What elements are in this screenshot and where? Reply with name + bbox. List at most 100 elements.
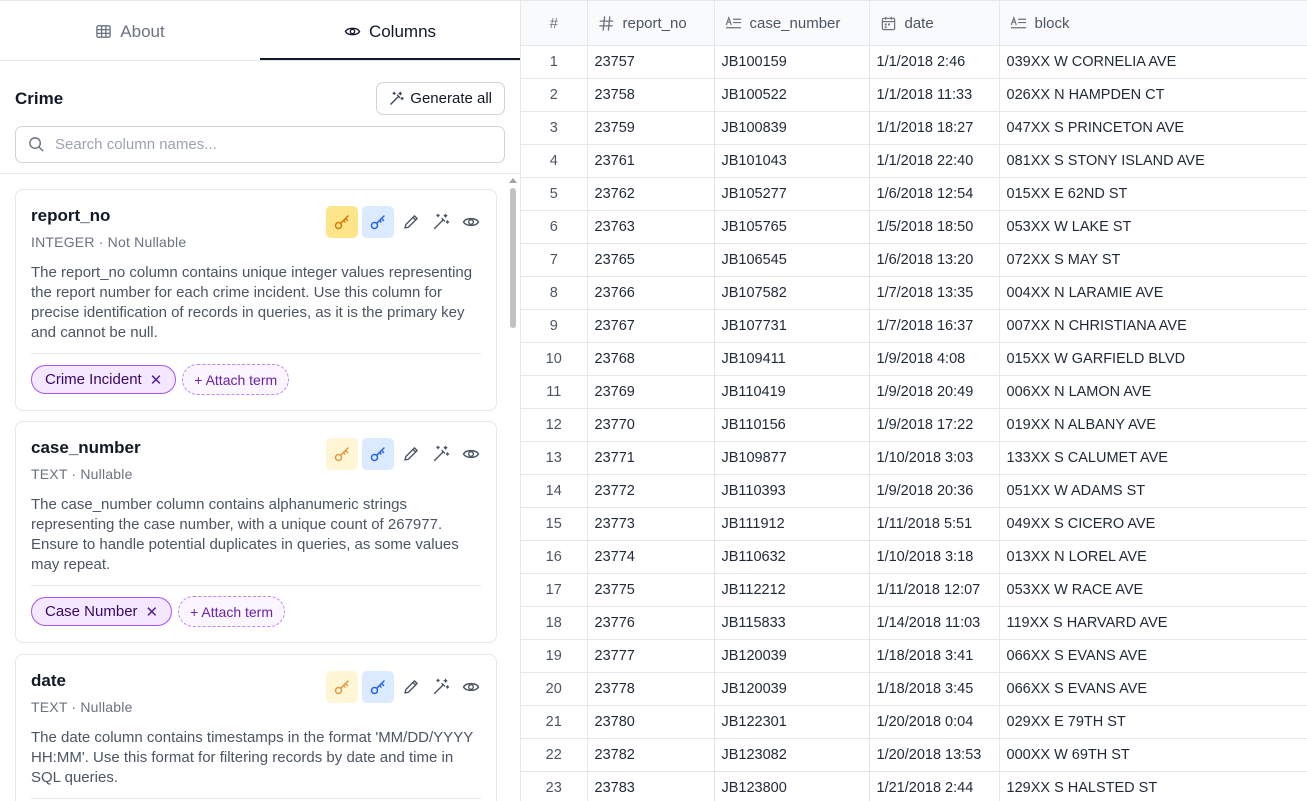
tab-columns-label: Columns xyxy=(368,21,437,41)
visibility-toggle[interactable] xyxy=(458,206,484,238)
card-divider xyxy=(31,353,481,354)
column-header-date[interactable]: date xyxy=(869,0,1000,46)
edit-button[interactable] xyxy=(398,438,424,470)
attach-term-button[interactable]: + Attach term xyxy=(182,364,290,395)
key-icon xyxy=(334,447,349,462)
primary-key-toggle[interactable] xyxy=(326,206,358,238)
generate-description-button[interactable] xyxy=(428,438,454,470)
table-cell: 23771 xyxy=(587,441,715,475)
column-type: TEXT · Nullable xyxy=(31,699,133,715)
table-cell: JB105277 xyxy=(714,177,870,211)
table-row[interactable]: 8 23766 JB107582 1/7/2018 13:35 004XX N LARA… xyxy=(521,276,1307,310)
table-row[interactable]: 9 23767 JB107731 1/7/2018 16:37 007XX N CHRI… xyxy=(521,309,1307,343)
card-divider xyxy=(31,585,481,586)
model-title: Crime xyxy=(15,88,64,108)
table-cell: 004XX N LARAMIE AVE xyxy=(999,276,1307,310)
table-cell: 1/11/2018 5:51 xyxy=(869,507,1000,541)
table-row[interactable]: 17 23775 JB112212 1/11/2018 12:07 053XX W RA… xyxy=(521,573,1307,607)
row-index: 23 xyxy=(521,771,588,801)
table-row[interactable]: 22 23782 JB123082 1/20/2018 13:53 000XX W 69… xyxy=(521,738,1307,772)
column-card-list: report_no INTEGER · Not Nullable The repor… xyxy=(0,174,521,801)
visibility-toggle[interactable] xyxy=(458,438,484,470)
row-index: 2 xyxy=(521,78,588,112)
table-cell: 23782 xyxy=(587,738,715,772)
scroll-up-arrow[interactable] xyxy=(509,178,517,183)
table-row[interactable]: 13 23771 JB109877 1/10/2018 3:03 133XX S CAL… xyxy=(521,441,1307,475)
table-cell: 1/9/2018 17:22 xyxy=(869,408,1000,442)
table-row[interactable]: 4 23761 JB101043 1/1/2018 22:40 081XX S STON… xyxy=(521,144,1307,178)
scroll-thumb[interactable] xyxy=(510,188,516,328)
table-cell: 1/18/2018 3:41 xyxy=(869,639,1000,673)
table-cell: 23763 xyxy=(587,210,715,244)
table-cell: 1/10/2018 3:18 xyxy=(869,540,1000,574)
row-index: 1 xyxy=(521,45,588,79)
table-cell: 23757 xyxy=(587,45,715,79)
remove-term-icon[interactable]: ✕ xyxy=(146,603,159,621)
table-row[interactable]: 3 23759 JB100839 1/1/2018 18:27 047XX S PRIN… xyxy=(521,111,1307,145)
column-docs-panel: About Columns Crime Generate all report_… xyxy=(0,0,521,801)
row-index: 21 xyxy=(521,705,588,739)
table-row[interactable]: 23 23783 JB123800 1/21/2018 2:44 129XX S HAL… xyxy=(521,771,1307,801)
table-row[interactable]: 6 23763 JB105765 1/5/2018 18:50 053XX W LAKE… xyxy=(521,210,1307,244)
table-cell: JB107731 xyxy=(714,309,870,343)
magic-wand-icon xyxy=(433,445,450,462)
table-cell: JB100159 xyxy=(714,45,870,79)
edit-button[interactable] xyxy=(398,671,424,703)
table-row[interactable]: 5 23762 JB105277 1/6/2018 12:54 015XX E 62ND… xyxy=(521,177,1307,211)
column-search xyxy=(15,126,505,163)
table-row[interactable]: 7 23765 JB106545 1/6/2018 13:20 072XX S MAY … xyxy=(521,243,1307,277)
table-row[interactable]: 14 23772 JB110393 1/9/2018 20:36 051XX W ADA… xyxy=(521,474,1307,508)
foreign-key-toggle[interactable] xyxy=(362,671,394,703)
table-cell: 072XX S MAY ST xyxy=(999,243,1307,277)
table-row[interactable]: 12 23770 JB110156 1/9/2018 17:22 019XX N ALB… xyxy=(521,408,1307,442)
table-cell: 066XX S EVANS AVE xyxy=(999,639,1307,673)
table-cell: 1/1/2018 22:40 xyxy=(869,144,1000,178)
table-cell: 1/10/2018 3:03 xyxy=(869,441,1000,475)
table-cell: JB120039 xyxy=(714,639,870,673)
table-cell: 1/1/2018 2:46 xyxy=(869,45,1000,79)
eye-icon xyxy=(344,27,361,36)
table-row[interactable]: 18 23776 JB115833 1/14/2018 11:03 119XX S HA… xyxy=(521,606,1307,640)
generate-all-label: Generate all xyxy=(410,90,492,107)
attach-term-button[interactable]: + Attach term xyxy=(178,596,285,627)
visibility-toggle[interactable] xyxy=(458,671,484,703)
table-cell: 039XX W CORNELIA AVE xyxy=(999,45,1307,79)
tab-about[interactable]: About xyxy=(0,3,260,60)
table-cell: 23768 xyxy=(587,342,715,376)
table-row[interactable]: 1 23757 JB100159 1/1/2018 2:46 039XX W CORNE… xyxy=(521,45,1307,79)
table-cell: 015XX W GARFIELD BLVD xyxy=(999,342,1307,376)
table-row[interactable]: 15 23773 JB111912 1/11/2018 5:51 049XX S CIC… xyxy=(521,507,1307,541)
table-row[interactable]: 2 23758 JB100522 1/1/2018 11:33 026XX N HAMP… xyxy=(521,78,1307,112)
tab-columns[interactable]: Columns xyxy=(260,3,520,60)
remove-term-icon[interactable]: ✕ xyxy=(150,371,163,389)
edit-button[interactable] xyxy=(398,206,424,238)
generate-description-button[interactable] xyxy=(428,206,454,238)
table-row[interactable]: 10 23768 JB109411 1/9/2018 4:08 015XX W GARF… xyxy=(521,342,1307,376)
list-scrollbar[interactable] xyxy=(508,178,518,801)
magic-wand-icon xyxy=(390,91,404,105)
table-row[interactable]: 19 23777 JB120039 1/18/2018 3:41 066XX S EVA… xyxy=(521,639,1307,673)
foreign-key-toggle[interactable] xyxy=(362,438,394,470)
table-cell: JB122301 xyxy=(714,705,870,739)
column-header-block[interactable]: block xyxy=(999,0,1307,46)
table-cell: JB109877 xyxy=(714,441,870,475)
table-cell: 026XX N HAMPDEN CT xyxy=(999,78,1307,112)
table-row[interactable]: 20 23778 JB120039 1/18/2018 3:45 066XX S EVA… xyxy=(521,672,1307,706)
key-icon xyxy=(370,680,385,695)
table-row[interactable]: 21 23780 JB122301 1/20/2018 0:04 029XX E 79T… xyxy=(521,705,1307,739)
primary-key-toggle[interactable] xyxy=(326,671,358,703)
table-row[interactable]: 16 23774 JB110632 1/10/2018 3:18 013XX N LOR… xyxy=(521,540,1307,574)
pencil-icon xyxy=(404,680,418,694)
primary-key-toggle[interactable] xyxy=(326,438,358,470)
glossary-terms: Crime Incident ✕ + Attach term xyxy=(31,364,290,395)
search-input[interactable] xyxy=(55,136,495,153)
generate-all-button[interactable]: Generate all xyxy=(376,82,505,115)
column-header-report-no[interactable]: report_no xyxy=(587,0,715,46)
column-header-case-number[interactable]: case_number xyxy=(714,0,870,46)
table-row[interactable]: 11 23769 JB110419 1/9/2018 20:49 006XX N LAM… xyxy=(521,375,1307,409)
foreign-key-toggle[interactable] xyxy=(362,206,394,238)
panel-tabs: About Columns xyxy=(0,3,521,61)
generate-description-button[interactable] xyxy=(428,671,454,703)
column-card-case-number: case_number TEXT · Nullable The case_numbe… xyxy=(15,421,497,643)
table-cell: JB100522 xyxy=(714,78,870,112)
